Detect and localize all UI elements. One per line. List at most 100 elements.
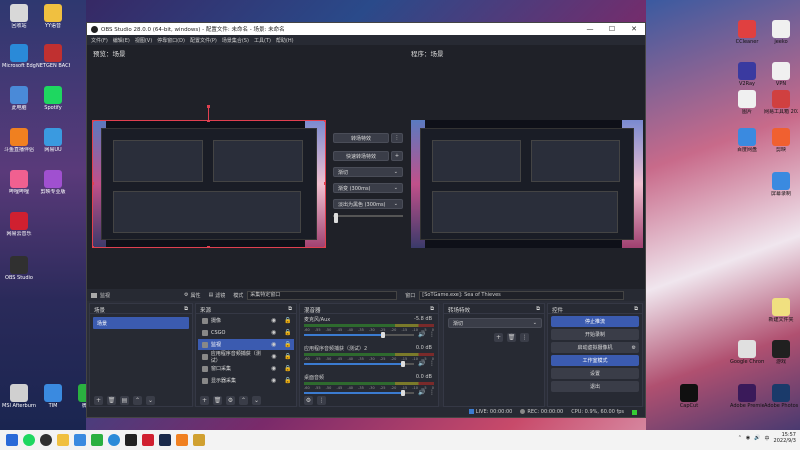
- lock-icon[interactable]: 🔒: [284, 329, 291, 336]
- channel-more-icon[interactable]: ⋮: [429, 360, 435, 367]
- source-item[interactable]: 监视 ◉ 🔒: [198, 339, 294, 350]
- source-item[interactable]: 摄像 ◉ 🔒: [198, 315, 294, 326]
- desktop-icon[interactable]: VPN: [764, 62, 798, 87]
- eye-icon[interactable]: ◉: [271, 317, 277, 324]
- desktop-icon[interactable]: Adobe Premiere: [730, 384, 764, 409]
- menu-docks[interactable]: 停靠窗口(D): [157, 37, 185, 44]
- desktop-icon[interactable]: V2Ray: [730, 62, 764, 87]
- desktop-icon[interactable]: MSI Afterburner: [2, 384, 36, 409]
- desktop-icon[interactable]: 网易UU: [36, 128, 70, 153]
- desktop-icon[interactable]: 图片: [730, 90, 764, 115]
- desktop-icon[interactable]: 屏幕录制: [764, 172, 798, 197]
- volume-slider[interactable]: [304, 361, 414, 367]
- lock-icon[interactable]: 🔒: [284, 365, 291, 372]
- menu-profile[interactable]: 配置文件(P): [190, 37, 217, 44]
- speaker-icon[interactable]: 🔊: [418, 331, 425, 338]
- desktop-icon[interactable]: jeeko: [764, 20, 798, 45]
- settings-button[interactable]: 设置: [551, 368, 639, 379]
- menu-edit[interactable]: 编辑(E): [113, 37, 130, 44]
- mode-select[interactable]: 采集特定窗口: [247, 290, 398, 300]
- move-up-button[interactable]: ⌃: [133, 395, 142, 405]
- resize-handle[interactable]: [324, 120, 326, 122]
- input-language[interactable]: 中: [765, 435, 770, 442]
- lock-icon[interactable]: 🔒: [284, 353, 291, 360]
- remove-source-button[interactable]: 🗑: [213, 395, 222, 405]
- eye-icon[interactable]: ◉: [271, 365, 277, 372]
- start-recording-button[interactable]: 开始录制: [551, 329, 639, 340]
- desktop-icon[interactable]: Microsoft Edge: [2, 44, 36, 69]
- app-icon[interactable]: [176, 434, 188, 446]
- desktop-icon[interactable]: Spotify: [36, 86, 70, 111]
- transition-button[interactable]: 转场特效: [333, 133, 389, 143]
- desktop-icon[interactable]: 网易云音乐: [2, 212, 36, 237]
- studio-mode-button[interactable]: 工作室模式: [551, 355, 639, 366]
- properties-button[interactable]: ⚙ 属性: [184, 292, 201, 299]
- lock-icon[interactable]: 🔒: [284, 317, 291, 324]
- desktop-icon[interactable]: Adobe Photoshop: [764, 384, 798, 409]
- menu-tools[interactable]: 工具(T): [254, 37, 271, 44]
- source-properties-button[interactable]: ⚙: [226, 395, 235, 405]
- add-scene-button[interactable]: +: [94, 395, 103, 405]
- rotation-handle[interactable]: [207, 105, 210, 108]
- source-item[interactable]: CSGO ◉ 🔒: [198, 327, 294, 338]
- desktop-icon[interactable]: 斗鱼直播伴侣: [2, 128, 36, 153]
- resize-handle[interactable]: [207, 246, 210, 248]
- lock-icon[interactable]: 🔒: [284, 377, 291, 384]
- fade-to-black-select[interactable]: 淡出为黑色 (300ms) ⌄: [333, 199, 403, 209]
- terminal-icon[interactable]: [125, 434, 137, 446]
- remove-transition-button[interactable]: 🗑: [507, 333, 516, 342]
- file-explorer-icon[interactable]: [57, 434, 69, 446]
- add-transition-button[interactable]: +: [494, 333, 503, 342]
- maximize-button[interactable]: ☐: [601, 25, 623, 33]
- close-button[interactable]: ✕: [623, 25, 645, 33]
- duration-select[interactable]: 渐变 (300ms) ⌄: [333, 183, 403, 193]
- desktop-icon[interactable]: 剪映: [764, 128, 798, 153]
- gear-icon[interactable]: ⚙: [632, 345, 636, 351]
- volume-slider[interactable]: [304, 332, 414, 338]
- filters-button[interactable]: ▤ 滤镜: [209, 292, 226, 299]
- desktop-icon[interactable]: CCleaner: [730, 20, 764, 45]
- desktop-icon[interactable]: 剪映专业版: [36, 170, 70, 195]
- desktop-icon[interactable]: 游戏: [764, 340, 798, 365]
- steam-icon[interactable]: [159, 434, 171, 446]
- resize-handle[interactable]: [207, 120, 210, 122]
- resize-handle[interactable]: [92, 120, 94, 122]
- remove-scene-button[interactable]: 🗑: [107, 395, 116, 405]
- channel-more-icon[interactable]: ⋮: [429, 331, 435, 338]
- eye-icon[interactable]: ◉: [271, 341, 277, 348]
- mixer-more-button[interactable]: ⋮: [317, 395, 326, 405]
- telegram-icon[interactable]: [74, 434, 86, 446]
- volume-icon[interactable]: 🔊: [754, 435, 760, 441]
- resize-handle[interactable]: [324, 182, 326, 185]
- scene-item[interactable]: 场景: [93, 317, 189, 329]
- resize-handle[interactable]: [92, 246, 94, 248]
- desktop-icon[interactable]: NETGEN BACH TO...: [36, 44, 70, 69]
- desktop-icon[interactable]: 此电脑: [2, 86, 36, 111]
- volume-knob[interactable]: [381, 332, 386, 338]
- eye-icon[interactable]: ◉: [271, 353, 277, 360]
- add-source-button[interactable]: +: [200, 395, 209, 405]
- transition-more-button[interactable]: ⋮: [520, 333, 529, 342]
- source-item[interactable]: 窗口采集 ◉ 🔒: [198, 363, 294, 374]
- dock-float-icon[interactable]: ⧉: [634, 306, 638, 312]
- spotify-icon[interactable]: [23, 434, 35, 446]
- resize-handle[interactable]: [92, 182, 94, 185]
- desktop-icon[interactable]: 哔哩哔哩: [2, 170, 36, 195]
- scene-config-button[interactable]: ▤: [120, 395, 129, 405]
- youtube-icon[interactable]: [142, 434, 154, 446]
- menu-view[interactable]: 视图(V): [135, 37, 152, 44]
- t-bar-slider[interactable]: [334, 213, 338, 223]
- window-select[interactable]: [SoTGame.exe]: Sea of Thieves: [419, 290, 625, 300]
- speaker-icon[interactable]: 🔊: [418, 360, 425, 367]
- desktop-icon[interactable]: CapCut: [672, 384, 706, 409]
- eye-icon[interactable]: ◉: [271, 329, 277, 336]
- start-icon[interactable]: [6, 434, 18, 446]
- source-item[interactable]: 应用程序音频捕获（测试） ◉ 🔒: [198, 351, 294, 364]
- wifi-icon[interactable]: ◉: [746, 435, 750, 441]
- resize-handle[interactable]: [324, 246, 326, 248]
- dock-float-icon[interactable]: ⧉: [288, 306, 292, 312]
- transition-select[interactable]: 渐切 ⌄: [333, 167, 403, 177]
- minimize-button[interactable]: —: [579, 25, 601, 33]
- add-quick-transition-button[interactable]: +: [391, 151, 403, 161]
- preview-canvas[interactable]: [92, 120, 326, 248]
